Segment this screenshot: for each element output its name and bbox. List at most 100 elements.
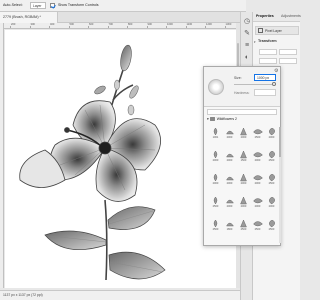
brush-preset[interactable]: 1500 xyxy=(236,150,251,164)
brush-preset[interactable]: 2000 xyxy=(208,150,223,164)
folder-icon xyxy=(209,117,215,121)
brush-preset[interactable]: 2500 xyxy=(236,219,251,233)
brush-size-label: 2000 xyxy=(212,182,219,185)
document-canvas[interactable] xyxy=(5,30,236,288)
brush-list-scrollbar[interactable] xyxy=(279,127,281,243)
brush-size-label: 2500 xyxy=(254,136,261,139)
size-slider-knob[interactable] xyxy=(272,82,276,86)
brush-folder-row[interactable]: ▾ Wildflowers 2 xyxy=(207,117,277,125)
brush-thumbnail xyxy=(253,152,263,158)
document-tab-bar: 2779 (Brush, RGB/8#) * xyxy=(0,12,246,23)
document-tab[interactable]: 2779 (Brush, RGB/8#) * xyxy=(0,12,58,23)
brush-search-input[interactable] xyxy=(207,109,277,115)
brush-size-label: 2500 xyxy=(254,228,261,231)
ruler-label: 700 xyxy=(108,23,113,26)
scrollbar-thumb[interactable] xyxy=(279,127,281,157)
brush-size-label: 2000 xyxy=(268,136,275,139)
transform-section-title: Transform xyxy=(258,39,277,43)
brush-preset[interactable]: 2500 xyxy=(264,150,279,164)
brush-settings: ⚙ Size: 1000 px Hardness: xyxy=(204,67,280,107)
brush-preset[interactable]: 2500 xyxy=(264,173,279,187)
brush-preset[interactable]: 2000 xyxy=(264,127,279,141)
adjust-icon[interactable]: ◐ xyxy=(243,54,251,62)
brush-thumbnail xyxy=(226,130,234,135)
brush-preset[interactable]: 2000 xyxy=(222,196,237,210)
leaves xyxy=(44,206,166,280)
brush-thumbnail xyxy=(226,153,234,158)
brush-preset[interactable]: 2000 xyxy=(236,173,251,187)
chevron-down-icon[interactable]: ▾ xyxy=(254,40,256,44)
ruler-tick xyxy=(185,26,187,28)
brush-thumbnail xyxy=(213,196,218,205)
brush-preset[interactable]: 1800 xyxy=(222,219,237,233)
brush-preset[interactable]: 2000 xyxy=(250,196,265,210)
show-transform-label: Show Transform Controls xyxy=(58,3,99,7)
layers-icon[interactable]: ≡ xyxy=(243,42,251,50)
brush-thumbnail xyxy=(240,219,247,228)
brush-thumbnail xyxy=(213,150,218,159)
size-slider[interactable] xyxy=(234,82,276,86)
ruler-tick xyxy=(10,26,11,28)
brush-preset[interactable]: 2000 xyxy=(222,127,237,141)
brush-thumbnail xyxy=(253,129,263,135)
brush-size-label: 2500 xyxy=(212,205,219,208)
hardness-input[interactable] xyxy=(254,89,276,96)
tab-properties[interactable]: Properties xyxy=(256,14,274,18)
tab-adjustments[interactable]: Adjustments xyxy=(281,14,301,18)
ruler-label: 1200 xyxy=(206,23,212,26)
ruler-tick xyxy=(127,26,128,28)
ruler-label: 400 xyxy=(50,23,55,26)
ruler-label: 1300 xyxy=(225,23,232,26)
auto-select-dropdown[interactable]: Layer xyxy=(30,2,46,9)
y-field[interactable] xyxy=(279,58,297,64)
width-field[interactable] xyxy=(259,49,277,55)
brush-size-label: 2000 xyxy=(254,205,261,208)
brush-preset[interactable]: 2000 xyxy=(250,173,265,187)
ruler-tick xyxy=(29,26,31,28)
status-bar: 1137 px x 1137 px (72 ppi) xyxy=(0,290,246,300)
size-input[interactable]: 1000 px xyxy=(254,74,276,81)
brush-preset[interactable]: 2000 xyxy=(236,196,251,210)
brush-size-label: 2000 xyxy=(226,159,233,162)
size-label: Size: xyxy=(234,76,242,80)
hardness-label: Hardness: xyxy=(234,91,250,95)
ruler-label: 900 xyxy=(147,23,152,26)
brush-preset[interactable]: 2000 xyxy=(222,150,237,164)
ruler-label: 200 xyxy=(11,23,16,26)
brush-tip-preview xyxy=(208,79,224,95)
brush-thumbnail xyxy=(269,197,275,205)
brush-thumbnail xyxy=(240,127,247,136)
brush-preset[interactable]: 1001 xyxy=(208,127,223,141)
brush-preset[interactable]: 2500 xyxy=(208,196,223,210)
ruler-label: 800 xyxy=(128,23,133,26)
ruler-label: 500 xyxy=(69,23,74,26)
brush-icon[interactable]: ✎ xyxy=(243,30,251,38)
chevron-down-icon[interactable]: ▾ xyxy=(207,117,209,121)
brush-preset[interactable]: 2500 xyxy=(250,219,265,233)
brush-folder-name: Wildflowers 2 xyxy=(216,117,237,121)
brush-preset[interactable]: 2000 xyxy=(250,150,265,164)
height-field[interactable] xyxy=(279,49,297,55)
brush-preset[interactable]: 2500 xyxy=(264,219,279,233)
brush-preset[interactable]: 2000 xyxy=(208,173,223,187)
brush-size-label: 2500 xyxy=(268,159,275,162)
brush-preset[interactable]: 2000 xyxy=(222,173,237,187)
show-transform-checkbox[interactable] xyxy=(50,3,55,8)
brush-preset[interactable]: 2000 xyxy=(264,196,279,210)
brush-size-label: 2000 xyxy=(212,159,219,162)
x-field[interactable] xyxy=(259,58,277,64)
history-icon[interactable]: ◷ xyxy=(243,18,251,26)
ruler-label: 600 xyxy=(89,23,94,26)
brush-size-label: 2000 xyxy=(254,159,261,162)
brush-preset[interactable]: 2500 xyxy=(208,219,223,233)
brush-preset[interactable]: 2000 xyxy=(236,127,251,141)
brush-thumbnail xyxy=(253,221,263,227)
brush-preset[interactable]: 2500 xyxy=(250,127,265,141)
brush-size-label: 1800 xyxy=(226,228,233,231)
brush-size-label: 2000 xyxy=(226,205,233,208)
ruler-label: 1000 xyxy=(167,23,173,26)
pixel-layer-icon xyxy=(258,28,263,33)
ruler-tick xyxy=(49,26,50,28)
brush-thumbnail xyxy=(253,175,263,181)
brush-thumbnail xyxy=(269,174,275,182)
